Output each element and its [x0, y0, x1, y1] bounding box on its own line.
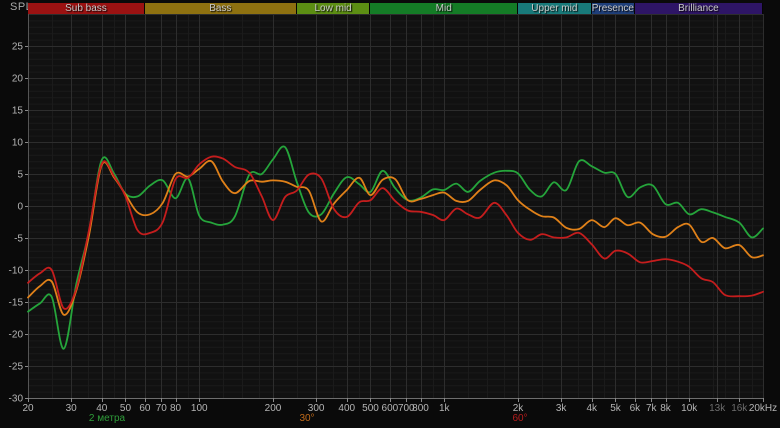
x-tick-label: 6k — [630, 403, 642, 414]
x-tick-label: 5k — [610, 403, 622, 414]
band-mid: Mid — [370, 3, 518, 14]
spl-curve-30deg — [27, 159, 764, 316]
x-tick-label: 13k — [709, 403, 726, 414]
y-tick-label: 5 — [17, 170, 23, 181]
band-sub-bass: Sub bass — [28, 3, 145, 14]
y-tick-label: 20 — [12, 74, 24, 85]
x-tick-label: 8k — [660, 403, 672, 414]
band-upper-mid: Upper mid — [518, 3, 592, 14]
y-tick-label: -20 — [9, 330, 24, 341]
x-tick-label: 20 — [22, 403, 34, 414]
x-tick-label: 1k — [439, 403, 451, 414]
y-tick-label: 0 — [17, 202, 23, 213]
legend-2-metra: 2 метра — [88, 413, 126, 424]
x-tick-label: 80 — [170, 403, 182, 414]
x-tick-label: 500 — [362, 403, 379, 414]
y-tick-label: 10 — [12, 138, 24, 149]
x-tick-label: 7k — [646, 403, 658, 414]
frequency-band-bar: Sub bass Bass Low mid Mid Upper mid Presence B… — [28, 3, 763, 14]
band-presence: Presence — [591, 3, 635, 14]
band-bass: Bass — [144, 3, 297, 14]
legend-30deg: 30° — [299, 413, 315, 424]
x-tick-label: 3k — [556, 403, 568, 414]
spl-curve-2m — [27, 145, 764, 350]
x-tick-label: 800 — [412, 403, 429, 414]
x-tick-label: 60 — [139, 403, 151, 414]
y-tick-label: -30 — [9, 394, 24, 405]
x-tick-label: 400 — [338, 403, 355, 414]
chart-canvas: 20 30 40 50 60 70 80 100 200 300 400 500 600 700800 1k… — [9, 14, 777, 414]
y-tick-label: -5 — [14, 234, 23, 245]
x-tick-label: 200 — [265, 403, 282, 414]
x-tick-label: 10k — [681, 403, 698, 414]
y-tick-label: 25 — [12, 42, 24, 53]
x-tick-label: 100 — [191, 403, 208, 414]
y-tick-label: -25 — [9, 362, 24, 373]
x-tick-label: 4k — [586, 403, 598, 414]
x-tick-label: 70 — [156, 403, 168, 414]
legend-60deg: 60° — [512, 413, 528, 424]
x-tick-label: 20kHz — [749, 403, 777, 414]
spl-chart: 20 30 40 50 60 70 80 100 200 300 400 500 600 700 800 1k… — [0, 0, 780, 428]
y-tick-label: -15 — [9, 298, 24, 309]
x-tick-label: 30 — [66, 403, 78, 414]
x-tick-label: 600 — [382, 403, 399, 414]
band-low-mid: Low mid — [296, 3, 371, 14]
x-tick-label: 16k — [731, 403, 748, 414]
band-brilliance: Brilliance — [634, 3, 763, 14]
y-tick-label: 15 — [12, 106, 24, 117]
y-tick-label: -10 — [9, 266, 24, 277]
